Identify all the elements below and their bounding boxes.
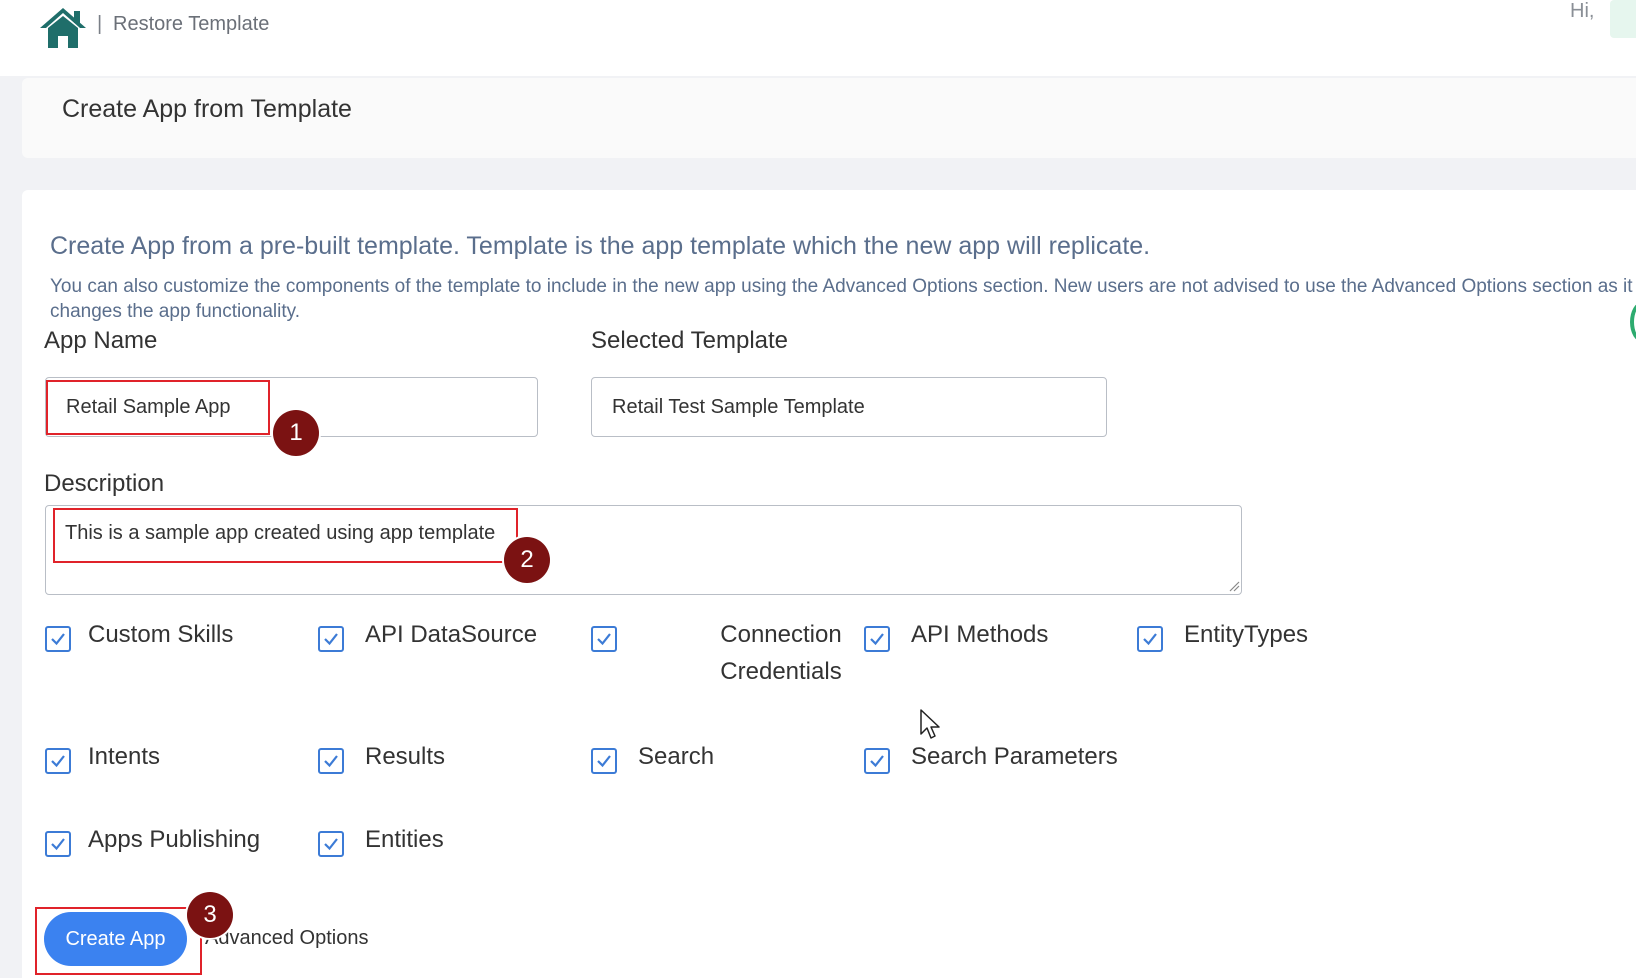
advanced-options-link[interactable]: Advanced Options bbox=[205, 927, 368, 950]
checkbox-results[interactable] bbox=[318, 748, 344, 774]
checkmark-icon bbox=[51, 838, 65, 851]
step-marker-2: 2 bbox=[504, 537, 550, 583]
create-app-form-card: Create App from a pre-built template. Te… bbox=[22, 190, 1636, 978]
intro-text: Create App from a pre-built template. Te… bbox=[50, 232, 1151, 260]
top-header: | Restore Template Hi, bbox=[0, 0, 1636, 76]
checkbox-label: Results bbox=[365, 743, 446, 770]
intro-subtext: You can also customize the components of… bbox=[50, 276, 1633, 322]
checkbox-label: EntityTypes bbox=[1184, 621, 1309, 648]
checkbox-entities[interactable] bbox=[318, 831, 344, 857]
breadcrumb: Restore Template bbox=[113, 13, 270, 35]
checkmark-icon bbox=[51, 755, 65, 768]
home-icon[interactable] bbox=[38, 6, 88, 50]
checkmark-icon bbox=[870, 633, 884, 646]
checkbox-label: Search Parameters bbox=[911, 743, 1118, 770]
checkbox-label: Entities bbox=[365, 826, 444, 853]
checkmark-icon bbox=[597, 633, 611, 646]
checkmark-icon bbox=[1143, 633, 1157, 646]
highlight-box-app-name bbox=[46, 380, 270, 435]
step-marker-1: 1 bbox=[273, 410, 319, 456]
checkbox-apps-publishing[interactable] bbox=[45, 831, 71, 857]
checkbox-search[interactable] bbox=[591, 748, 617, 774]
checkmark-icon bbox=[870, 755, 884, 768]
resize-grip-icon[interactable] bbox=[1228, 580, 1240, 592]
checkbox-api-methods[interactable] bbox=[864, 626, 890, 652]
user-greeting: Hi, bbox=[1570, 0, 1595, 22]
mouse-cursor-icon bbox=[920, 709, 940, 739]
selected-template-label: Selected Template bbox=[591, 327, 789, 354]
checkbox-label: Apps Publishing bbox=[88, 826, 261, 853]
page-title: Create App from Template bbox=[62, 95, 352, 123]
highlight-box-create-app bbox=[35, 907, 202, 975]
checkbox-custom-skills[interactable] bbox=[45, 626, 71, 652]
checkbox-intents[interactable] bbox=[45, 748, 71, 774]
checkmark-icon bbox=[51, 633, 65, 646]
title-card: Create App from Template bbox=[22, 78, 1636, 158]
checkbox-label: Search bbox=[638, 743, 715, 770]
checkbox-label: Custom Skills bbox=[88, 621, 234, 648]
checkbox-search-parameters[interactable] bbox=[864, 748, 890, 774]
avatar[interactable] bbox=[1610, 0, 1636, 38]
checkmark-icon bbox=[324, 633, 338, 646]
selected-template-field[interactable] bbox=[591, 377, 1107, 437]
checkbox-label: API DataSource bbox=[365, 621, 538, 648]
checkmark-icon bbox=[324, 838, 338, 851]
checkmark-icon bbox=[597, 755, 611, 768]
description-label: Description bbox=[44, 470, 165, 497]
highlight-box-description bbox=[53, 508, 518, 563]
checkbox-entitytypes[interactable] bbox=[1137, 626, 1163, 652]
checkbox-label: Connection Credentials bbox=[720, 621, 842, 685]
app-name-label: App Name bbox=[44, 327, 158, 354]
step-marker-3: 3 bbox=[187, 892, 233, 938]
breadcrumb-separator: | bbox=[97, 13, 103, 35]
checkbox-label: Intents bbox=[88, 743, 161, 770]
checkbox-connection-credentials[interactable] bbox=[591, 626, 617, 652]
checkbox-label: API Methods bbox=[911, 621, 1049, 648]
checkmark-icon bbox=[324, 755, 338, 768]
checkbox-api-datasource[interactable] bbox=[318, 626, 344, 652]
